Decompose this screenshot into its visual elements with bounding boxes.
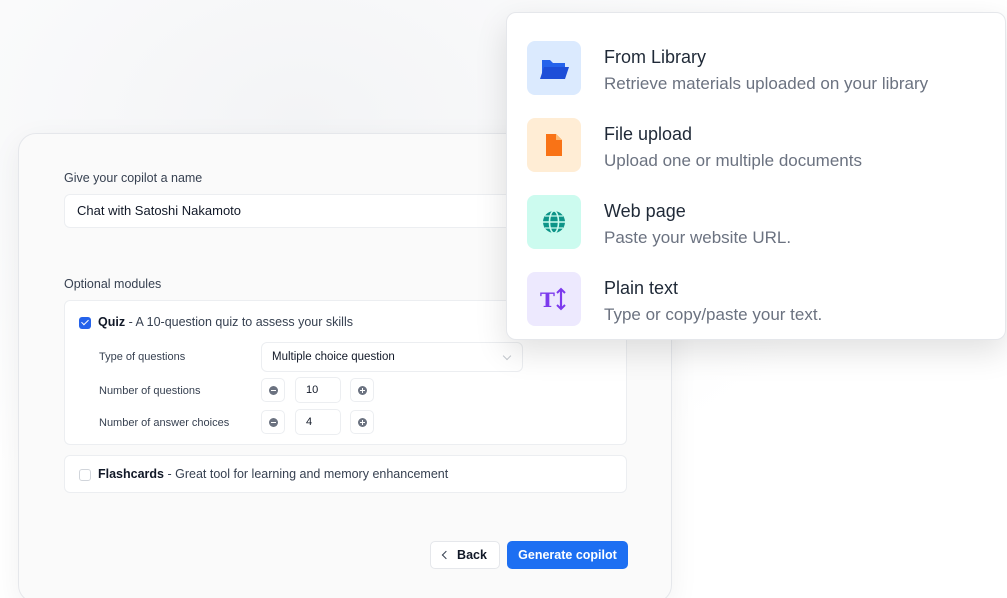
menu-item-title: Plain text [604,278,679,298]
quiz-description: - A 10-question quiz to assess your skil… [125,315,353,329]
menu-item-subtitle: Paste your website URL. [604,228,792,247]
chevron-down-icon [502,351,512,361]
quiz-title: Quiz - A 10-question quiz to assess your… [98,315,353,329]
type-of-questions-label: Type of questions [99,351,186,363]
increase-questions-button[interactable] [350,378,374,402]
flashcards-title: Flashcards - Great tool for learning and… [98,467,448,481]
text-icon: T [527,272,581,326]
menu-item-from-library[interactable]: From Library Retrieve materials uploaded… [527,33,997,95]
flashcards-description: - Great tool for learning and memory enh… [164,467,449,481]
svg-text:T: T [540,288,555,312]
menu-item-title: Web page [604,201,686,221]
flashcards-checkbox[interactable] [79,469,91,481]
menu-item-subtitle: Retrieve materials uploaded on your libr… [604,74,929,93]
menu-item-plain-text[interactable]: T Plain text Type or copy/paste your tex… [527,264,997,326]
back-button-label: Back [457,548,487,562]
questions-count-input[interactable]: 10 [295,377,341,403]
source-menu: From Library Retrieve materials uploaded… [506,12,1006,340]
plus-icon [358,418,367,427]
minus-icon [269,418,278,427]
menu-item-file-upload[interactable]: File upload Upload one or multiple docum… [527,110,997,172]
question-type-value: Multiple choice question [272,351,395,363]
file-icon [527,118,581,172]
quiz-title-name: Quiz [98,315,126,329]
flashcards-module: Flashcards - Great tool for learning and… [64,455,627,493]
stage: Give your copilot a name Chat with Satos… [0,0,1007,598]
menu-item-subtitle: Upload one or multiple documents [604,151,862,170]
choices-count-input[interactable]: 4 [295,409,341,435]
menu-item-title: From Library [604,47,707,67]
quiz-checkbox[interactable] [79,317,91,329]
name-label: Give your copilot a name [64,171,203,185]
decrease-questions-button[interactable] [261,378,285,402]
folder-icon [527,41,581,95]
decrease-choices-button[interactable] [261,410,285,434]
question-type-select[interactable]: Multiple choice question [261,342,523,372]
globe-icon [527,195,581,249]
optional-modules-label: Optional modules [64,277,162,291]
back-button[interactable]: Back [430,541,500,569]
minus-icon [269,386,278,395]
menu-item-subtitle: Type or copy/paste your text. [604,305,823,324]
number-of-answer-choices-label: Number of answer choices [99,417,230,429]
number-of-questions-label: Number of questions [99,385,201,397]
generate-copilot-button[interactable]: Generate copilot [507,541,628,569]
menu-item-web-page[interactable]: Web page Paste your website URL. [527,187,997,249]
flashcards-title-name: Flashcards [98,467,165,481]
increase-choices-button[interactable] [350,410,374,434]
menu-item-title: File upload [604,124,693,144]
plus-icon [358,386,367,395]
chevron-left-icon [441,550,451,560]
